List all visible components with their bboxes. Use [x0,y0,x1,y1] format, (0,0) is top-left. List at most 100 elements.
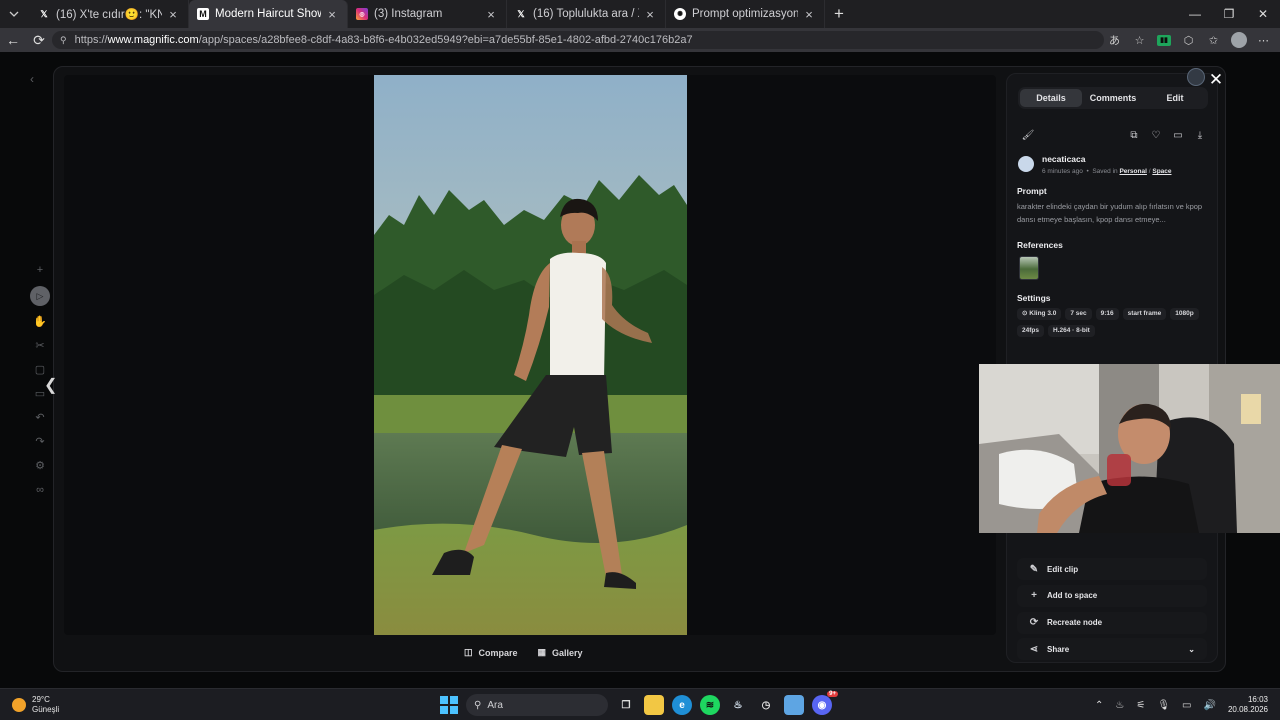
chatgpt-logo-icon: ✺ [674,8,686,20]
new-tab-button[interactable]: + [825,4,853,24]
network-icon[interactable]: ⚟ [1136,700,1145,711]
user-avatar-icon[interactable] [1187,68,1205,86]
browser-tab[interactable]: 𝕏 (16) X'te cıdır🙂: "KNGL EKİP (PAR × [30,0,189,28]
timestamp: 6 minutes ago [1042,168,1083,175]
tab-actions-menu[interactable] [2,4,26,24]
share-button[interactable]: ⋖ Share ⌄ [1017,638,1207,661]
minimize-icon[interactable]: — [1178,0,1212,28]
favorite-star-icon[interactable]: ☆ [1129,31,1150,49]
taskbar-search[interactable]: ⚲ Ara [466,694,608,716]
username[interactable]: necaticaca [1042,154,1172,164]
site-info-icon[interactable]: ⚲ [60,35,67,46]
task-view-icon[interactable]: ❐ [616,695,636,715]
close-tab-icon[interactable]: × [484,7,498,22]
settings-chips: ⊙ Kling 3.0 7 sec 9:16 start frame 1080p… [1017,308,1213,337]
browser-extension-icons: あ ☆ ▮▮ ⬡ ✩ ⋯ [1104,31,1274,49]
saved-in-label: Saved in [1092,168,1118,175]
previous-arrow-icon[interactable]: ❮ [44,375,57,395]
browser-tab-active[interactable]: M Modern Haircut Showcase - Space × [189,0,348,28]
video-frame-image [374,75,687,635]
steam-icon[interactable]: ♨ [728,695,748,715]
taskbar-apps: ⚲ Ara ❐ e ≋ ♨ ◷ ◉ 9+ [440,691,838,716]
folder-icon[interactable]: ▭ [1167,130,1189,141]
scissors-icon[interactable]: ✂ [35,338,44,354]
spotify-icon[interactable]: ≋ [700,695,720,715]
system-clock[interactable]: 16:03 20.08.2026 [1228,695,1268,715]
close-tab-icon[interactable]: × [643,7,657,22]
settings-gear-icon[interactable]: ⚙ [35,458,45,474]
favorites-icon[interactable]: ✩ [1203,31,1224,49]
url-host: www.magnific.com [107,34,199,46]
redo-icon[interactable]: ↷ [35,434,44,450]
compare-button[interactable]: ◫ Compare [464,647,518,658]
tray-chevron-icon[interactable]: ⌃ [1095,700,1103,711]
gallery-button[interactable]: ▦ Gallery [538,647,583,658]
profile-avatar-icon[interactable] [1228,31,1249,49]
discord-icon[interactable]: ◉ 9+ [812,691,838,715]
prompt-heading: Prompt [1017,186,1047,196]
tab-edit[interactable]: Edit [1144,89,1206,107]
weather-widget[interactable]: 29°C Güneşli [12,695,59,715]
chevron-down-icon [9,11,19,17]
infinity-icon[interactable]: ∞ [36,482,44,498]
close-tab-icon[interactable]: × [166,7,180,22]
prompt-text[interactable]: karakter elindeki çaydan bir yudum alıp … [1017,200,1209,226]
notepad-icon[interactable] [784,695,804,715]
recreate-node-button[interactable]: ⟳ Recreate node [1017,611,1207,634]
chevron-down-icon: ⌄ [1188,644,1195,654]
collapse-sidebar-icon[interactable]: ‹ [30,72,34,86]
heart-icon[interactable]: ♡ [1145,130,1167,141]
download-icon[interactable]: ⤓ [1189,130,1211,141]
edit-clip-button[interactable]: ✎ Edit clip [1017,558,1207,580]
edge-browser-icon[interactable]: e [672,695,692,715]
volume-icon[interactable]: 🔊 [1204,700,1216,711]
microphone-icon[interactable]: 🎙 [1157,700,1170,711]
address-bar[interactable]: ⚲ https://www.magnific.com/app/spaces/a2… [52,31,1104,49]
browser-tab[interactable]: 𝕏 (16) Toplulukta ara / X × [507,0,666,28]
video-frame[interactable] [374,75,687,635]
chip-codec: H.264 · 8-bit [1047,325,1095,337]
play-icon[interactable]: ▷ [30,286,50,306]
chip-model-label: Kling 3.0 [1029,310,1057,317]
extensions-puzzle-icon[interactable]: ⬡ [1178,31,1199,49]
reference-thumbnail[interactable] [1019,256,1039,280]
tab-comments[interactable]: Comments [1082,89,1144,107]
browser-tab[interactable]: ◎ (3) Instagram × [348,0,507,28]
extension-badge-icon[interactable]: ▮▮ [1154,31,1174,49]
compare-label: Compare [478,647,518,658]
reload-icon[interactable]: ⟳ [26,32,52,49]
saved-personal-link[interactable]: Personal [1119,168,1146,175]
add-to-space-button[interactable]: + Add to space [1017,584,1207,607]
file-explorer-icon[interactable] [644,695,664,715]
undo-icon[interactable]: ↶ [35,410,44,426]
copy-icon[interactable]: ⧉ [1123,130,1145,141]
search-icon: ⚲ [474,699,482,711]
clock-app-icon[interactable]: ◷ [756,695,776,715]
back-arrow-icon[interactable]: ← [0,32,26,48]
x-logo-icon: 𝕏 [517,8,525,19]
maximize-icon[interactable]: ❐ [1212,0,1246,28]
windows-start-icon[interactable] [440,696,458,714]
close-modal-button[interactable]: ✕ [1205,69,1227,91]
hand-tool-icon[interactable]: ✋ [33,314,47,330]
tab-details[interactable]: Details [1020,89,1082,107]
close-tab-icon[interactable]: × [802,7,816,22]
avatar [1018,156,1034,172]
close-tab-icon[interactable]: × [325,7,339,22]
steam-tray-icon[interactable]: ♨ [1115,700,1124,711]
browser-tabbar: 𝕏 (16) X'te cıdır🙂: "KNGL EKİP (PAR × M … [0,0,1280,28]
translate-icon[interactable]: あ [1104,31,1125,49]
compare-icon: ◫ [464,647,473,657]
add-icon[interactable]: + [37,262,43,278]
display-icon[interactable]: ▭ [1182,700,1191,711]
more-menu-icon[interactable]: ⋯ [1253,31,1274,49]
edit-clip-icon: ✎ [1029,563,1039,575]
weather-condition: Güneşli [32,705,60,714]
tab-title: Prompt optimizasyonu [692,8,798,20]
brush-icon[interactable]: 🖌 [1017,130,1039,141]
references-heading: References [1017,240,1063,250]
close-window-icon[interactable]: ✕ [1246,0,1280,28]
magnific-logo-icon: M [197,8,209,20]
saved-space-link[interactable]: Space [1152,168,1171,175]
browser-tab[interactable]: ✺ Prompt optimizasyonu × [666,0,825,28]
